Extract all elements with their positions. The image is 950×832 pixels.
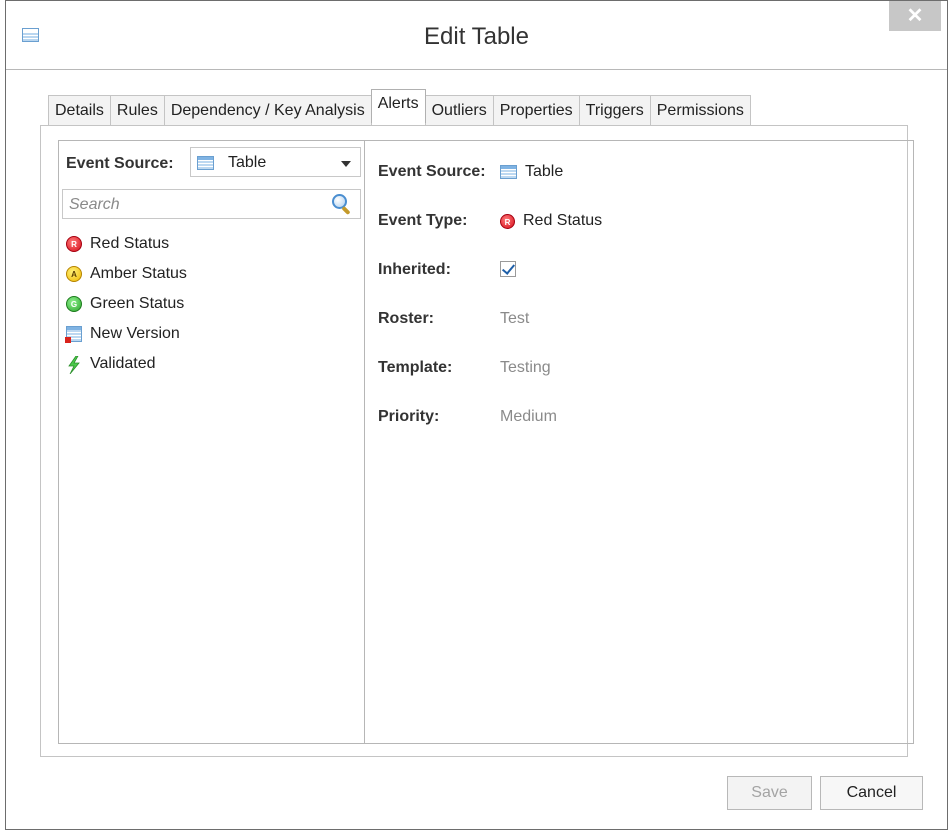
event-source-select[interactable]: Table bbox=[190, 147, 361, 177]
list-item-label: Amber Status bbox=[90, 265, 187, 282]
table-icon bbox=[197, 156, 214, 170]
cancel-button[interactable]: Cancel bbox=[820, 776, 923, 810]
save-button[interactable]: Save bbox=[727, 776, 812, 810]
list-item-green-status[interactable]: G Green Status bbox=[66, 289, 187, 319]
event-type-text: Red Status bbox=[523, 212, 603, 229]
list-item-label: Validated bbox=[90, 355, 156, 372]
inherited-checkbox[interactable] bbox=[500, 261, 516, 277]
list-item-label: Red Status bbox=[90, 235, 170, 252]
event-type-label: Event Type: bbox=[378, 212, 468, 229]
tab-properties[interactable]: Properties bbox=[492, 95, 580, 125]
list-item-label: New Version bbox=[90, 325, 180, 342]
title-bar: Edit Table ✕ bbox=[6, 1, 947, 70]
list-item-new-version[interactable]: New Version bbox=[65, 319, 187, 349]
tab-rules[interactable]: Rules bbox=[109, 95, 165, 125]
event-source-label: Event Source: bbox=[66, 155, 174, 172]
list-item-validated[interactable]: Validated bbox=[66, 349, 187, 379]
new-version-icon bbox=[65, 326, 82, 343]
amber-status-icon: A bbox=[66, 266, 82, 282]
roster-label: Roster: bbox=[378, 310, 435, 327]
red-status-icon: R bbox=[66, 236, 82, 252]
tab-alerts[interactable]: Alerts bbox=[370, 89, 426, 123]
template-label: Template: bbox=[378, 359, 453, 376]
event-source-select-value: Table bbox=[228, 154, 267, 171]
tab-triggers[interactable]: Triggers bbox=[578, 95, 651, 125]
chevron-down-icon[interactable] bbox=[341, 161, 351, 167]
list-item-amber-status[interactable]: A Amber Status bbox=[66, 259, 187, 289]
search-icon[interactable] bbox=[332, 194, 351, 216]
search-input[interactable] bbox=[67, 191, 321, 219]
event-list: R Red Status A Amber Status G Green Stat… bbox=[65, 229, 187, 379]
tab-bar: Details Rules Dependency / Key Analysis … bbox=[48, 89, 751, 125]
priority-value: Medium bbox=[500, 408, 557, 425]
event-source-label: Event Source: bbox=[378, 163, 486, 180]
dialog-title: Edit Table bbox=[424, 23, 529, 50]
event-source-text: Table bbox=[525, 163, 564, 180]
tab-permissions[interactable]: Permissions bbox=[649, 95, 751, 125]
roster-value: Test bbox=[500, 310, 530, 327]
red-status-icon: R bbox=[500, 213, 515, 229]
lightning-icon bbox=[66, 355, 82, 375]
tab-outliers[interactable]: Outliers bbox=[424, 95, 494, 125]
list-item-red-status[interactable]: R Red Status bbox=[66, 229, 187, 259]
template-value: Testing bbox=[500, 359, 551, 376]
table-icon bbox=[500, 165, 517, 179]
green-status-icon: G bbox=[66, 296, 82, 312]
inherited-value bbox=[500, 261, 516, 277]
event-type-value: R Red Status bbox=[500, 212, 602, 230]
tab-details[interactable]: Details bbox=[48, 95, 111, 125]
alert-details-pane bbox=[364, 140, 914, 744]
priority-label: Priority: bbox=[378, 408, 440, 425]
event-source-value: Table bbox=[500, 163, 563, 181]
tab-dependency-key-analysis[interactable]: Dependency / Key Analysis bbox=[163, 95, 372, 125]
close-button[interactable]: ✕ bbox=[889, 1, 941, 31]
inherited-label: Inherited: bbox=[378, 261, 451, 278]
search-box[interactable] bbox=[62, 189, 361, 219]
list-item-label: Green Status bbox=[90, 295, 185, 312]
